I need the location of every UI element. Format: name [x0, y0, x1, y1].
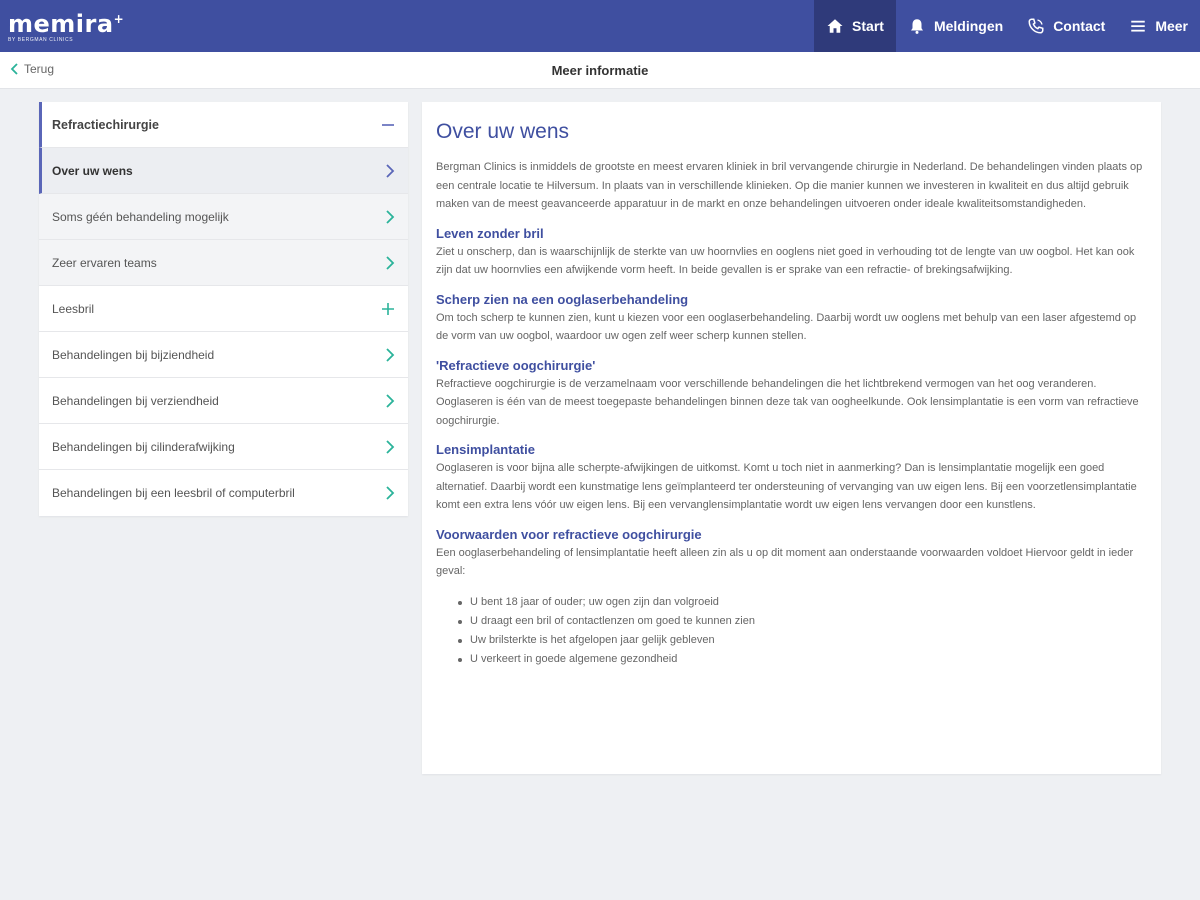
list-item: U bent 18 jaar of ouder; uw ogen zijn da…	[458, 593, 1147, 612]
nav-start[interactable]: Start	[814, 0, 896, 52]
nav-meer-label: Meer	[1155, 18, 1188, 34]
sidebar-item-label: Over uw wens	[52, 163, 133, 178]
phone-icon	[1028, 18, 1044, 34]
intro-text: Bergman Clinics is inmiddels de grootste…	[436, 161, 1143, 210]
sidebar-item-refractiechirurgie[interactable]: Refractiechirurgie	[39, 102, 408, 148]
menu-icon	[1131, 20, 1146, 32]
section-heading: Scherp zien na een ooglaserbehandeling	[436, 291, 689, 307]
chevron-right-icon	[386, 486, 395, 500]
section-text: Een ooglaserbehandeling of lensimplantat…	[436, 546, 1134, 578]
sidebar-item-over-uw-wens[interactable]: Over uw wens	[39, 148, 408, 194]
list-item: U draagt een bril of contactlenzen om go…	[458, 612, 1147, 631]
section-text: Refractieve oogchirurgie is de verzameln…	[436, 377, 1139, 427]
chevron-right-icon	[386, 347, 395, 362]
sidebar-item-label: Leesbril	[52, 301, 95, 316]
sidebar-item-label: Zeer ervaren teams	[52, 255, 157, 270]
sidebar-item-soms-geen-behandeling[interactable]: Soms géén behandeling mogelijk	[39, 194, 408, 240]
section-text: Ooglaseren is voor bijna alle scherpte-a…	[436, 462, 1137, 511]
chevron-right-icon	[386, 163, 395, 178]
brand-tagline: BY BERGMAN CLINICS	[8, 37, 74, 43]
nav-meldingen-label: Meldingen	[933, 18, 1004, 34]
sidebar-item-label: Behandelingen bij cilinderafwijking	[52, 439, 235, 454]
brand-mark: +	[113, 12, 125, 26]
chevron-right-icon	[386, 393, 395, 408]
list-item: Uw brilsterkte is het afgelopen jaar gel…	[458, 631, 1147, 650]
section-heading: Voorwaarden voor refractieve oogchirurgi…	[436, 526, 702, 542]
sidebar-item-zeer-ervaren-teams[interactable]: Zeer ervaren teams	[39, 240, 408, 286]
nav-meldingen[interactable]: Meldingen	[896, 0, 1015, 52]
chevron-right-icon	[386, 439, 395, 454]
plus-icon	[382, 302, 394, 315]
sidebar-item-leesbril-computerbril[interactable]: Behandelingen bij een leesbril of comput…	[39, 470, 408, 516]
nav-start-label: Start	[852, 18, 884, 34]
sidebar-item-verziendheid[interactable]: Behandelingen bij verziendheid	[39, 378, 408, 424]
sidebar-item-bijziendheid[interactable]: Behandelingen bij bijziendheid	[39, 332, 408, 378]
nav-contact[interactable]: Contact	[1015, 0, 1117, 52]
list-item: U verkeert in goede algemene gezondheid	[458, 650, 1147, 669]
section-text: Om toch scherp te kunnen zien, kunt u ki…	[436, 311, 1137, 343]
nav-contact-label: Contact	[1053, 18, 1106, 34]
sidebar: Refractiechirurgie Over uw wens Soms géé…	[39, 102, 408, 516]
nav-meer[interactable]: Meer	[1117, 0, 1200, 52]
conditions-list: U bent 18 jaar of ouder; uw ogen zijn da…	[458, 593, 1147, 669]
chevron-right-icon	[386, 255, 395, 270]
top-navbar: memira+ BY BERGMAN CLINICS Start Melding…	[0, 0, 1200, 52]
minus-icon	[382, 123, 394, 126]
sidebar-item-leesbril[interactable]: Leesbril	[39, 286, 408, 332]
page-title: Meer informatie	[551, 63, 649, 78]
sidebar-item-cilinderafwijking[interactable]: Behandelingen bij cilinderafwijking	[39, 424, 408, 470]
sidebar-item-label: Behandelingen bij verziendheid	[52, 393, 219, 408]
section-heading: Lensimplantatie	[436, 442, 535, 457]
brand-name: memira	[8, 10, 114, 38]
home-icon	[827, 19, 843, 33]
sub-header: Terug Meer informatie	[0, 52, 1200, 89]
content-card: Over uw wens Bergman Clinics is inmiddel…	[422, 102, 1161, 774]
sidebar-item-label: Soms géén behandeling mogelijk	[52, 209, 229, 224]
section-heading: Leven zonder bril	[436, 225, 544, 241]
section-heading: 'Refractieve oogchirurgie'	[436, 357, 596, 373]
brand-logo[interactable]: memira+ BY BERGMAN CLINICS	[8, 8, 124, 43]
chevron-right-icon	[386, 209, 395, 224]
sidebar-item-label: Behandelingen bij een leesbril of comput…	[52, 486, 295, 500]
content-title: Over uw wens	[436, 120, 570, 143]
sidebar-item-label: Refractiechirurgie	[52, 117, 159, 132]
bell-icon	[910, 19, 923, 34]
sidebar-item-label: Behandelingen bij bijziendheid	[52, 347, 215, 362]
main-nav: Start Meldingen Contact Meer	[814, 0, 1200, 52]
section-text: Ziet u onscherp, dan is waarschijnlijk d…	[436, 245, 1135, 277]
